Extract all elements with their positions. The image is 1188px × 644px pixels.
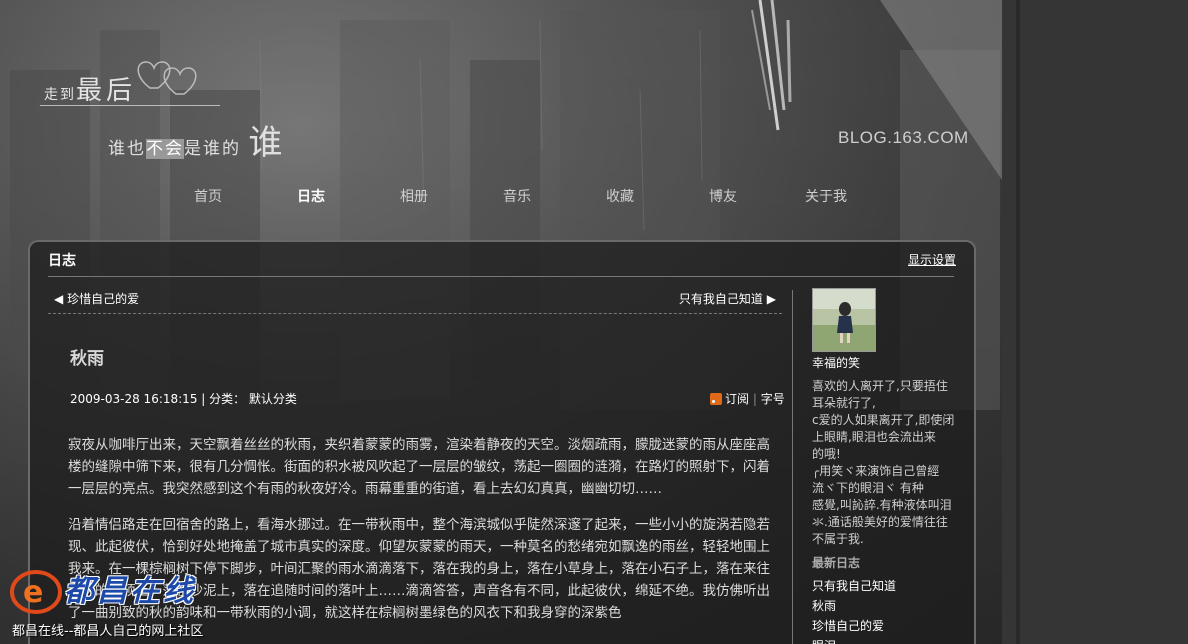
blog-163-mark[interactable]: BLOG.163.COM (838, 128, 969, 148)
post-nav-divider (48, 313, 782, 314)
e-logo-icon: e (10, 570, 62, 614)
nav-music[interactable]: 音乐 (503, 186, 531, 206)
user-name[interactable]: 幸福的笑 (812, 354, 860, 371)
post-meta: 2009-03-28 16:18:15 | 分类： 默认分类 (70, 392, 297, 406)
signature-line: 的哦! (812, 447, 841, 461)
next-post-link[interactable]: 只有我自己知道 ▶︎ (679, 290, 776, 307)
recent-post-link[interactable]: 珍惜自己的爱 (812, 616, 896, 636)
logo-line1: 走到最后 (44, 76, 137, 106)
right-gutter (1002, 0, 1188, 644)
nav-blog[interactable]: 日志 (297, 186, 325, 206)
recent-post-link[interactable]: 眼泪 (812, 636, 896, 644)
panel-divider (48, 276, 954, 277)
avatar-image (813, 289, 875, 351)
nav-home[interactable]: 首页 (194, 186, 222, 206)
watermark-site-name: 都昌在线 (64, 574, 196, 609)
logo-rule (40, 105, 220, 106)
watermark-slogan: 都昌在线--都昌人自己的网上社区 (12, 624, 204, 639)
recent-posts-heading: 最新日志 (812, 556, 861, 570)
prev-post-link[interactable]: ◀︎ 珍惜自己的爱 (54, 290, 139, 307)
signature-line: 氺.通话般美好的爱情往往 (812, 515, 948, 529)
next-post-title: 只有我自己知道 (678, 292, 763, 306)
avatar[interactable] (812, 288, 876, 352)
rss-icon[interactable] (710, 393, 722, 405)
user-signature: 喜欢的人离开了,只要捂住 耳朵就行了, c爱的人如果离开了,即使闭 上眼睛,眼泪… (812, 378, 956, 548)
signature-line: 流ヾ下的眼泪ヾ 有种 (812, 481, 924, 495)
hearts-icon (137, 61, 197, 95)
font-size-link[interactable]: 字号 (761, 392, 785, 406)
post-navigation: ◀︎ 珍惜自己的爱 只有我自己知道 ▶︎ (48, 290, 782, 312)
site-watermark: e 都昌在线 都昌在线--都昌人自己的网上社区 (10, 566, 270, 644)
sidebar-divider (792, 290, 793, 644)
post-actions: 订阅 | 字号 (710, 390, 785, 407)
display-settings-link[interactable]: 显示设置 (908, 251, 956, 268)
nav-album[interactable]: 相册 (400, 186, 428, 206)
signature-line: ╭用笑ヾ来演饰自己曾經 (812, 464, 940, 478)
nav-friends[interactable]: 博友 (709, 186, 737, 206)
post-title: 秋雨 (70, 349, 104, 369)
signature-line: 上眼睛,眼泪也会流出来 (812, 430, 936, 444)
action-separator: | (752, 392, 757, 406)
gutter-bar (1016, 0, 1020, 644)
recent-posts-list: 只有我自己知道 秋雨 珍惜自己的爱 眼泪 (812, 576, 896, 644)
arrow-right-icon: ▶︎ (766, 292, 776, 306)
post-paragraph: 寂夜从咖啡厅出来，天空飘着丝丝的秋雨，夹织着蒙蒙的雨雾，渲染着静夜的天空。淡烟疏… (68, 437, 770, 497)
panel-title: 日志 (48, 253, 76, 269)
blog-canvas: 走到最后 谁也不会是谁的 谁 BLOG.163.COM 首页 日志 相册 音乐 … (0, 0, 1002, 644)
signature-line: c爱的人如果离开了,即使闭 (812, 413, 955, 427)
main-nav: 首页 日志 相册 音乐 收藏 博友 关于我 (10, 158, 1002, 228)
subscribe-link[interactable]: 订阅 (725, 392, 749, 406)
nav-favorites[interactable]: 收藏 (606, 186, 634, 206)
arrow-left-icon: ◀︎ (54, 292, 64, 306)
signature-line: 耳朵就行了, (812, 396, 876, 410)
nav-about[interactable]: 关于我 (805, 186, 847, 206)
signature-line: 喜欢的人离开了,只要捂住 (812, 379, 948, 393)
signature-line: 不属于我. (812, 532, 864, 546)
prev-post-title: 珍惜自己的爱 (67, 292, 140, 306)
svg-text:e: e (23, 575, 43, 610)
recent-post-link[interactable]: 只有我自己知道 (812, 576, 896, 596)
signature-line: 感覺,叫訫誶.有种液体叫泪 (812, 498, 952, 512)
recent-post-link[interactable]: 秋雨 (812, 596, 896, 616)
logo-line2: 谁也不会是谁的 谁 (108, 123, 285, 163)
